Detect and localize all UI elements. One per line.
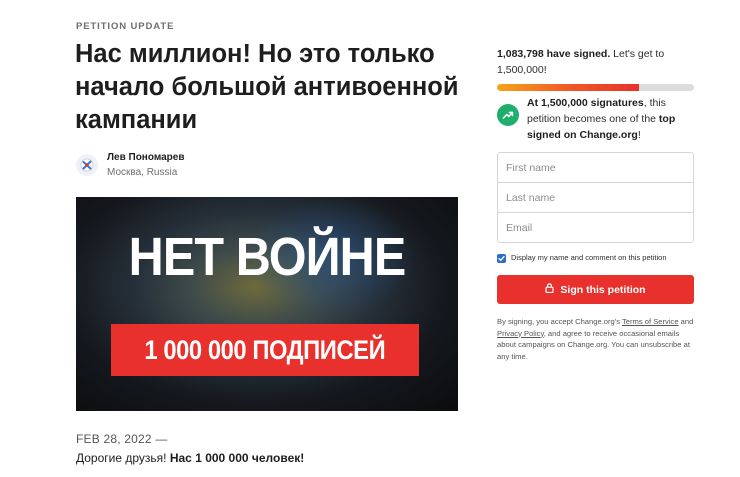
hero-headline: НЕТ ВОЙНЕ (128, 227, 407, 287)
author-avatar-icon (76, 154, 98, 176)
disclaimer-and: and (678, 317, 694, 326)
goal-callout: At 1,500,000 signatures, this petition b… (497, 95, 697, 143)
last-name-field[interactable] (497, 182, 694, 213)
update-title: Нас миллион! Но это только начало большо… (75, 40, 459, 134)
display-name-checkbox[interactable] (497, 254, 506, 263)
trending-up-icon (497, 104, 519, 126)
update-body-bold: Нас 1 000 000 человек! (169, 451, 305, 465)
signature-progress-bar (497, 84, 694, 91)
display-name-label[interactable]: Display my name and comment on this peti… (511, 253, 667, 262)
lock-icon (545, 283, 555, 296)
petition-update-kicker: PETITION UPDATE (76, 21, 175, 32)
signature-count-number: 1,083,798 have signed. (497, 48, 611, 60)
update-date: FEB 28, 2022 — (76, 432, 168, 446)
privacy-policy-link[interactable]: Privacy Policy (497, 329, 544, 338)
hero-band-text: 1 000 000 ПОДПИСЕЙ (144, 334, 386, 365)
author-block[interactable]: Лев Пономарев Москва, Russia (76, 152, 276, 186)
author-location: Москва, Russia (107, 167, 178, 178)
goal-end: ! (637, 129, 641, 141)
sign-petition-button[interactable]: Sign this petition (497, 275, 694, 304)
first-name-field[interactable] (497, 152, 694, 183)
hero-red-band: 1 000 000 ПОДПИСЕЙ (111, 324, 419, 376)
email-field[interactable] (497, 212, 694, 243)
signature-count: 1,083,798 have signed. Let's get to 1,50… (497, 46, 697, 78)
update-hero-image: НЕТ ВОЙНЕ 1 000 000 ПОДПИСЕЙ (76, 197, 458, 411)
signature-progress-fill (497, 84, 639, 91)
sign-petition-label: Sign this petition (560, 283, 646, 296)
goal-text: At 1,500,000 signatures, this petition b… (527, 95, 695, 143)
terms-of-service-link[interactable]: Terms of Service (622, 317, 679, 326)
disclaimer-prefix: By signing, you accept Change.org's (497, 317, 622, 326)
goal-bold: At 1,500,000 signatures (527, 97, 644, 109)
display-name-option[interactable]: Display my name and comment on this peti… (497, 253, 697, 265)
signing-disclaimer: By signing, you accept Change.org's Term… (497, 316, 697, 362)
update-body-prefix: Дорогие друзья! (76, 451, 170, 465)
sign-form (497, 152, 694, 243)
update-body: Дорогие друзья! Нас 1 000 000 человек! (76, 451, 304, 465)
author-name[interactable]: Лев Пономарев (107, 152, 184, 163)
